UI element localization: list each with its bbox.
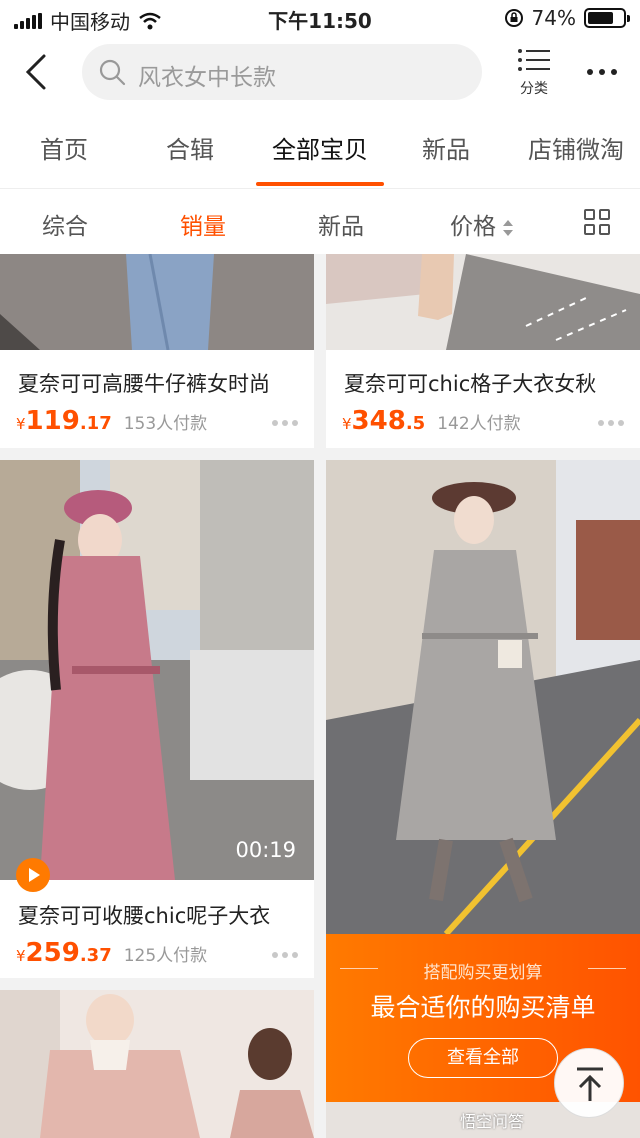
search-placeholder: 风衣女中长款 <box>138 65 276 91</box>
price-decimal: .17 <box>79 413 112 434</box>
search-input[interactable]: 风衣女中长款 <box>82 44 482 100</box>
battery-percent: 74% <box>531 6 576 30</box>
active-tab-indicator <box>256 182 384 186</box>
view-all-button[interactable]: 查看全部 <box>408 1038 558 1078</box>
grid-view-icon[interactable] <box>584 209 610 235</box>
product-card[interactable]: 夏奈可可chic格子大衣女秋 ¥ 348 .5 142人付款 <box>326 254 640 448</box>
status-bar: 中国移动 下午11:50 74% <box>0 0 640 36</box>
sort-overall[interactable]: 综合 <box>42 207 88 241</box>
sort-price-label: 价格 <box>450 214 496 240</box>
tab-collections[interactable]: 合辑 <box>166 130 214 165</box>
watermark: 悟空问答 <box>460 1112 525 1131</box>
battery-icon <box>584 8 630 28</box>
arrow-up-icon <box>577 1067 603 1101</box>
shop-header: 风衣女中长款 分类 <box>0 36 640 110</box>
product-card[interactable]: 00:19 夏奈可可收腰chic呢子大衣 ¥ 259 .37 125人付款 <box>0 460 314 978</box>
tab-weitao[interactable]: 店铺微淘 <box>528 130 624 165</box>
product-image <box>326 254 640 350</box>
category-button[interactable]: 分类 <box>510 48 558 104</box>
price-integer: 119 <box>25 406 80 436</box>
more-options-icon[interactable] <box>272 420 298 428</box>
price-integer: 259 <box>25 938 80 968</box>
back-to-top-button[interactable] <box>554 1048 624 1118</box>
price-decimal: .5 <box>405 413 426 434</box>
promo-subtitle: 搭配购买更划算 <box>423 963 543 983</box>
more-options-icon[interactable] <box>272 952 298 960</box>
sort-bar: 综合 销量 新品 价格 <box>0 188 640 254</box>
sales-count: 153人付款 <box>123 414 208 434</box>
price-integer: 348 <box>351 406 406 436</box>
back-icon[interactable] <box>18 50 58 94</box>
video-play-icon[interactable] <box>16 858 50 892</box>
product-card[interactable]: 夏奈可可高腰牛仔裤女时尚 ¥ 119 .17 153人付款 <box>0 254 314 448</box>
currency-symbol: ¥ <box>342 415 352 433</box>
product-image <box>326 460 640 934</box>
currency-symbol: ¥ <box>16 947 26 965</box>
product-image <box>0 990 314 1138</box>
more-options-icon[interactable] <box>598 420 624 428</box>
product-title: 夏奈可可收腰chic呢子大衣 <box>18 904 271 928</box>
price-decimal: .37 <box>79 945 112 966</box>
price-row: ¥ 259 .37 125人付款 <box>16 938 207 968</box>
product-title: 夏奈可可chic格子大衣女秋 <box>344 372 597 396</box>
category-label: 分类 <box>520 81 548 97</box>
product-title: 夏奈可可高腰牛仔裤女时尚 <box>18 372 270 396</box>
more-icon[interactable] <box>582 62 622 82</box>
product-image <box>0 254 314 350</box>
video-duration: 00:19 <box>235 838 296 862</box>
currency-symbol: ¥ <box>16 415 26 433</box>
sort-arrows-icon <box>503 219 513 236</box>
product-card[interactable] <box>326 460 640 934</box>
rotation-lock-icon <box>504 9 523 27</box>
price-row: ¥ 119 .17 153人付款 <box>16 406 207 436</box>
sales-count: 125人付款 <box>123 946 208 966</box>
promo-title: 最合适你的购买清单 <box>370 993 596 1022</box>
tab-all-items[interactable]: 全部宝贝 <box>272 130 368 165</box>
tab-home[interactable]: 首页 <box>40 130 88 165</box>
product-card[interactable] <box>0 990 314 1138</box>
shop-tabs: 首页 合辑 全部宝贝 新品 店铺微淘 <box>0 110 640 188</box>
sort-sales[interactable]: 销量 <box>180 207 226 241</box>
sort-new[interactable]: 新品 <box>318 207 364 241</box>
tab-new[interactable]: 新品 <box>422 130 470 165</box>
search-icon <box>99 59 126 86</box>
sort-price[interactable]: 价格 <box>450 207 514 241</box>
list-icon <box>518 49 550 71</box>
price-row: ¥ 348 .5 142人付款 <box>342 406 521 436</box>
sales-count: 142人付款 <box>437 414 521 434</box>
product-image <box>0 460 314 880</box>
